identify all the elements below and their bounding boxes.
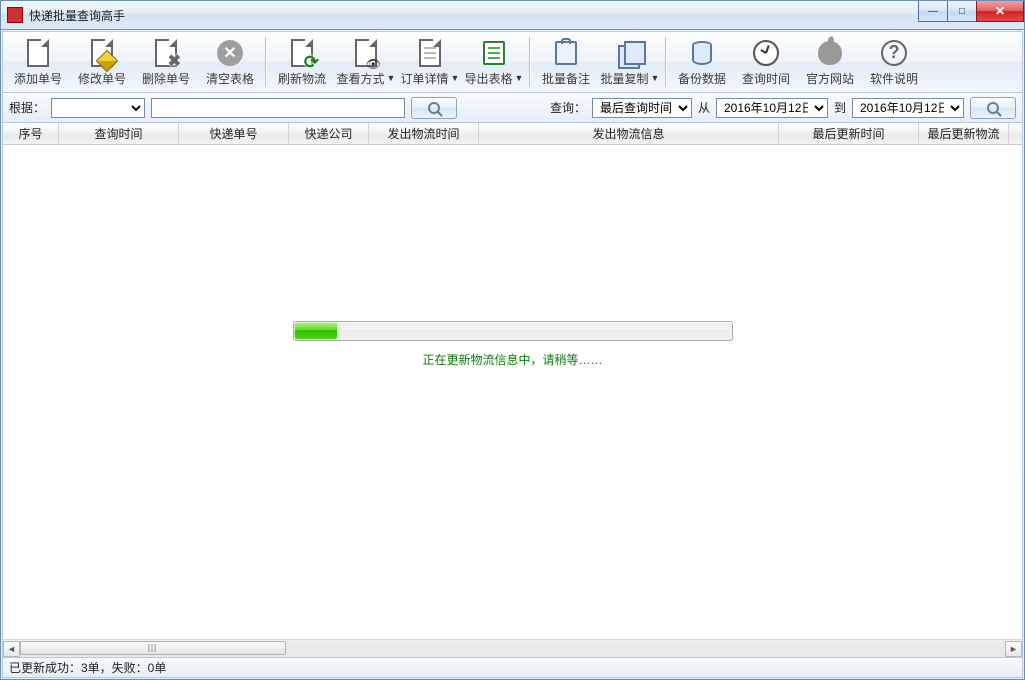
toolbar-label: 批量复制▼ [601, 70, 660, 87]
add-button[interactable]: 添加单号 [7, 34, 69, 90]
maximize-icon: □ [959, 6, 965, 17]
query-type-select[interactable]: 最后查询时间 [592, 98, 692, 118]
from-label: 从 [698, 99, 710, 116]
doc-x-icon [151, 38, 181, 68]
detail-button[interactable]: 订单详情▼ [399, 34, 461, 90]
to-label: 到 [834, 99, 846, 116]
progress-text: 正在更新物流信息中，请稍等…… [293, 351, 733, 368]
stack-icon [615, 38, 645, 68]
batchnote-button[interactable]: 批量备注 [535, 34, 597, 90]
column-qtime[interactable]: 查询时间 [59, 123, 179, 144]
basis-search-input[interactable] [151, 98, 405, 118]
website-button[interactable]: 官方网站 [799, 34, 861, 90]
basis-label: 根据： [9, 99, 45, 116]
toolbar-separator [265, 37, 267, 87]
column-lastupdate[interactable]: 最后更新时间 [779, 123, 919, 144]
minimize-button[interactable]: — [918, 1, 948, 22]
table-header: 序号查询时间快递单号快递公司发出物流时间发出物流信息最后更新时间最后更新物流 [3, 123, 1022, 145]
window-title: 快递批量查询高手 [29, 7, 125, 24]
column-senttime[interactable]: 发出物流时间 [369, 123, 479, 144]
delete-button[interactable]: 删除单号 [135, 34, 197, 90]
doc-icon [23, 38, 53, 68]
scroll-right-button[interactable]: ► [1005, 641, 1022, 657]
note-icon [551, 38, 581, 68]
column-sentinfo[interactable]: 发出物流信息 [479, 123, 779, 144]
horizontal-scrollbar[interactable]: ◄ ► [3, 639, 1022, 657]
window-body: 添加单号修改单号删除单号 ✕ 清空表格刷新物流查看方式▼ 订单详情▼ 导出表格▼ 批量备注… [0, 30, 1025, 680]
table-body: 正在更新物流信息中，请稍等…… [3, 145, 1022, 639]
toolbar-label: 官方网站 [806, 70, 854, 87]
scroll-left-button[interactable]: ◄ [3, 641, 20, 657]
db-icon [687, 38, 717, 68]
batchcopy-button[interactable]: 批量复制▼ [599, 34, 661, 90]
toolbar-label: 软件说明 [870, 70, 918, 87]
status-bar: 已更新成功：3单，失败：0单 [2, 658, 1023, 678]
search-icon [987, 102, 999, 114]
close-icon: ✕ [995, 4, 1005, 18]
search-icon [428, 102, 440, 114]
chevron-down-icon: ▼ [387, 73, 396, 83]
toolbar-label: 查询时间 [742, 70, 790, 87]
export-button[interactable]: 导出表格▼ [463, 34, 525, 90]
toolbar-label: 添加单号 [14, 70, 62, 87]
chevron-down-icon: ▼ [651, 73, 660, 83]
toolbar-label: 清空表格 [206, 70, 254, 87]
grip-icon [148, 644, 157, 652]
main-toolbar: 添加单号修改单号删除单号 ✕ 清空表格刷新物流查看方式▼ 订单详情▼ 导出表格▼ 批量备注… [2, 31, 1023, 93]
toolbar-label: 修改单号 [78, 70, 126, 87]
viewmode-button[interactable]: 查看方式▼ [335, 34, 397, 90]
toolbar-label: 批量备注 [542, 70, 590, 87]
backup-button[interactable]: 备份数据 [671, 34, 733, 90]
toolbar-label: 备份数据 [678, 70, 726, 87]
clear-button[interactable]: ✕ 清空表格 [199, 34, 261, 90]
edit-button[interactable]: 修改单号 [71, 34, 133, 90]
progress-overlay: 正在更新物流信息中，请稍等…… [293, 321, 733, 368]
title-bar: 快递批量查询高手 — □ ✕ [0, 0, 1025, 30]
toolbar-label: 订单详情▼ [401, 70, 460, 87]
progress-fill [295, 323, 337, 339]
toolbar-label: 导出表格▼ [465, 70, 524, 87]
export-icon [479, 38, 509, 68]
to-date-select[interactable]: 2016年10月12日 [852, 98, 964, 118]
filter-bar: 根据： 查询： 最后查询时间 从 2016年10月12日 到 2016年10月1… [2, 93, 1023, 123]
minimize-icon: — [928, 6, 938, 17]
querytime-button[interactable]: 查询时间 [735, 34, 797, 90]
doc-lines-icon [415, 38, 445, 68]
doc-pencil-icon [87, 38, 117, 68]
scroll-thumb[interactable] [20, 641, 286, 655]
scroll-track[interactable] [20, 641, 1005, 657]
doc-refresh-icon [287, 38, 317, 68]
toolbar-separator [529, 37, 531, 87]
progress-bar [293, 321, 733, 341]
close-button[interactable]: ✕ [976, 1, 1024, 22]
basis-select[interactable] [51, 98, 145, 118]
help-icon: ? [879, 38, 909, 68]
apple-icon [815, 38, 845, 68]
query-label: 查询： [550, 99, 586, 116]
toolbar-label: 删除单号 [142, 70, 190, 87]
refresh-button[interactable]: 刷新物流 [271, 34, 333, 90]
circle-x-icon: ✕ [215, 38, 245, 68]
column-seq[interactable]: 序号 [3, 123, 59, 144]
query-search-button[interactable] [970, 97, 1016, 119]
maximize-button[interactable]: □ [947, 1, 977, 22]
column-lastinfo[interactable]: 最后更新物流 [919, 123, 1009, 144]
toolbar-separator [665, 37, 667, 87]
from-date-select[interactable]: 2016年10月12日 [716, 98, 828, 118]
doc-eye-icon [351, 38, 381, 68]
results-table: 序号查询时间快递单号快递公司发出物流时间发出物流信息最后更新时间最后更新物流 正… [2, 123, 1023, 658]
app-icon [7, 7, 23, 23]
status-text: 已更新成功：3单，失败：0单 [9, 659, 166, 676]
chevron-down-icon: ▼ [515, 73, 524, 83]
clock-icon [751, 38, 781, 68]
column-company[interactable]: 快递公司 [289, 123, 369, 144]
chevron-down-icon: ▼ [451, 73, 460, 83]
column-trackno[interactable]: 快递单号 [179, 123, 289, 144]
help-button[interactable]: ? 软件说明 [863, 34, 925, 90]
basis-search-button[interactable] [411, 97, 457, 119]
toolbar-label: 查看方式▼ [337, 70, 396, 87]
window-controls: — □ ✕ [919, 1, 1024, 22]
